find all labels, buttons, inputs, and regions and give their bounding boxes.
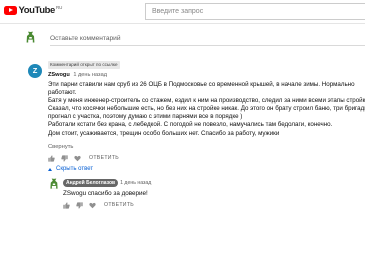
youtube-play-icon: [4, 6, 17, 15]
comment-text: Эти парни ставили нам сруб из 26 ОЦБ в П…: [48, 81, 365, 138]
reply-author-avatar[interactable]: [48, 178, 60, 190]
comment-author-name[interactable]: ZSwogu: [48, 72, 70, 78]
add-comment-placeholder[interactable]: Оставьте комментарий: [50, 35, 121, 42]
logo-region: RU: [55, 5, 63, 10]
comment-line: Батя у меня инженер-строитель со стажем,…: [48, 97, 365, 105]
comment-header: ZSwogu 1 день назад: [48, 72, 107, 78]
add-comment-underline: [50, 45, 365, 46]
thumbs-down-icon[interactable]: [76, 201, 83, 209]
reply-timestamp[interactable]: 1 день назад: [120, 180, 151, 186]
reply-header: Андрей Белоглазов 1 день назад: [63, 179, 151, 187]
thumbs-down-icon[interactable]: [61, 154, 68, 162]
comment-line: Дом стоит, усаживается, трещин особо бол…: [48, 129, 280, 137]
thumbs-up-icon[interactable]: [48, 154, 55, 162]
add-comment-row: Оставьте комментарий: [24, 31, 365, 49]
comment-line: работают.: [48, 89, 77, 97]
logo-text: YouTube: [18, 5, 56, 16]
comment-actions: ОТВЕТИТЬ: [48, 154, 119, 162]
reply-author-chip[interactable]: Андрей Белоглазов: [63, 179, 119, 187]
caret-up-icon: [48, 167, 52, 171]
mascot-avatar-icon: [24, 31, 37, 44]
comment-timestamp[interactable]: 1 день назад: [73, 72, 107, 78]
comment-author-avatar[interactable]: Z: [28, 64, 42, 78]
reply-text: ZSwogu спасибо за доверие!: [63, 190, 148, 197]
comment-line: прогнал с участка, поэтому думаю с этими…: [48, 113, 243, 121]
comment-line: Эти парни ставили нам сруб из 26 ОЦБ в П…: [48, 81, 355, 88]
linked-comment-badge: Комментарий открыт по ссылке: [48, 61, 120, 69]
thumbs-up-icon[interactable]: [63, 201, 70, 209]
hide-replies-label: Скрыть ответ: [56, 166, 94, 172]
collapse-comment-link[interactable]: Свернуть: [48, 144, 73, 150]
comment-line: Сказал, что косячки небольшие есть, но б…: [48, 105, 365, 113]
reply-button[interactable]: ОТВЕТИТЬ: [104, 202, 134, 208]
search-input[interactable]: Введите запрос: [145, 3, 365, 20]
youtube-logo[interactable]: YouTube RU: [4, 5, 63, 16]
hide-replies-toggle[interactable]: Скрыть ответ: [48, 166, 93, 172]
comment-line: Работали кстати без крана, с лебедкой. С…: [48, 121, 333, 129]
heart-icon[interactable]: [89, 202, 96, 209]
reply-actions: ОТВЕТИТЬ: [63, 201, 134, 209]
reply-button[interactable]: ОТВЕТИТЬ: [89, 155, 119, 161]
masthead: YouTube RU Введите запрос: [0, 0, 365, 24]
heart-icon[interactable]: [74, 155, 81, 162]
